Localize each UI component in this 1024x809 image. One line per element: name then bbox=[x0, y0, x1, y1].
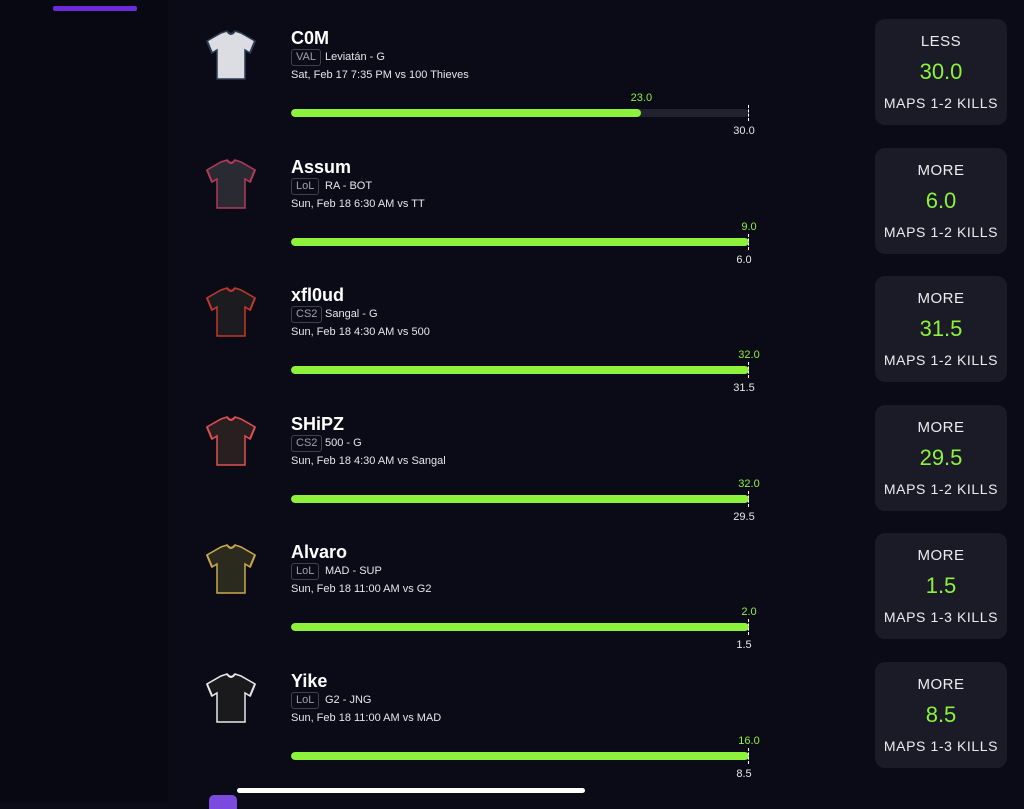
bet-stat: MAPS 1-2 KILLS bbox=[883, 95, 999, 111]
bet-card[interactable]: LESS 30.0 MAPS 1-2 KILLS bbox=[875, 19, 1007, 125]
match-info: Sun, Feb 18 6:30 AM vs TT bbox=[291, 197, 425, 210]
bet-value: 31.5 bbox=[919, 316, 963, 342]
game-badge: LoL bbox=[291, 177, 320, 195]
player-jersey bbox=[203, 541, 259, 597]
bet-value: 8.5 bbox=[925, 702, 957, 727]
match-info: Sun, Feb 18 4:30 AM vs 500 bbox=[291, 326, 430, 339]
team-position: G2 - JNG bbox=[325, 694, 372, 706]
line-label: 30.0 bbox=[733, 125, 755, 137]
jersey-icon bbox=[206, 158, 256, 209]
team-position: RA - BOT bbox=[325, 179, 373, 192]
game-badge: LoL bbox=[291, 692, 320, 709]
player-jersey bbox=[203, 156, 259, 212]
team-position: Leviatán - G bbox=[325, 51, 385, 63]
line-marker bbox=[748, 490, 749, 507]
pick-row[interactable]: C0M VAL Leviatán - G Sat, Feb 17 7:35 PM vs… bbox=[0, 19, 1024, 155]
team-position: 500 - G bbox=[325, 436, 362, 449]
projection-label: 9.0 bbox=[741, 220, 757, 233]
projection-label: 32.0 bbox=[738, 477, 760, 490]
bet-card[interactable]: MORE 8.5 MAPS 1-3 KILLS bbox=[875, 662, 1007, 768]
pick-row[interactable]: xfl0ud CS2 Sangal - G Sun, Feb 18 4:30 AM v… bbox=[0, 276, 1024, 412]
team-position: MAD - SUP bbox=[325, 565, 382, 578]
player-name: SHiPZ bbox=[291, 413, 345, 434]
player-name: Alvaro bbox=[291, 542, 348, 563]
game-badge: CS2 bbox=[291, 434, 323, 452]
player-name: Assum bbox=[291, 156, 352, 177]
progress-track bbox=[291, 752, 749, 760]
match-info: Sun, Feb 18 11:00 AM vs MAD bbox=[291, 712, 442, 724]
bet-direction: MORE bbox=[917, 290, 965, 308]
bet-stat: MAPS 1-2 KILLS bbox=[883, 480, 999, 497]
progress-track bbox=[291, 623, 749, 632]
match-info: Sun, Feb 18 11:00 AM vs G2 bbox=[291, 583, 432, 596]
pick-row[interactable]: Yike LoL G2 - JNG Sun, Feb 18 11:00 AM vs M… bbox=[0, 662, 1024, 798]
progress-fill bbox=[291, 237, 749, 246]
pick-row[interactable]: SHiPZ CS2 500 - G Sun, Feb 18 4:30 AM vs Sa… bbox=[0, 404, 1024, 541]
line-label: 29.5 bbox=[733, 510, 755, 523]
pick-row[interactable]: Alvaro LoL MAD - SUP Sun, Feb 18 11:00 AM v… bbox=[0, 533, 1024, 669]
line-label: 6.0 bbox=[736, 253, 752, 266]
jersey-icon bbox=[206, 287, 256, 337]
game-badge: CS2 bbox=[291, 306, 323, 324]
bet-direction: MORE bbox=[917, 418, 965, 436]
bet-card[interactable]: MORE 1.5 MAPS 1-3 KILLS bbox=[875, 533, 1007, 640]
bet-stat: MAPS 1-3 KILLS bbox=[883, 609, 999, 626]
progress-track bbox=[291, 237, 749, 246]
bet-direction: MORE bbox=[917, 161, 965, 179]
player-jersey bbox=[203, 27, 259, 83]
bet-value: 30.0 bbox=[919, 59, 963, 84]
bet-value: 29.5 bbox=[919, 444, 963, 470]
progress-fill bbox=[291, 366, 749, 375]
match-info: Sun, Feb 18 4:30 AM vs Sangal bbox=[291, 454, 446, 467]
bet-direction: MORE bbox=[917, 676, 965, 693]
jersey-icon bbox=[206, 30, 256, 80]
line-marker bbox=[748, 362, 749, 379]
bet-direction: MORE bbox=[917, 547, 965, 565]
bet-direction: LESS bbox=[920, 33, 962, 50]
game-badge: LoL bbox=[291, 563, 320, 581]
progress-fill bbox=[291, 752, 749, 760]
line-label: 8.5 bbox=[736, 768, 752, 780]
match-info: Sat, Feb 17 7:35 PM vs 100 Thieves bbox=[291, 69, 469, 81]
player-name: Yike bbox=[291, 671, 328, 691]
player-jersey bbox=[203, 670, 259, 726]
jersey-icon bbox=[206, 673, 256, 723]
line-marker bbox=[748, 105, 749, 121]
game-badge: VAL bbox=[291, 49, 321, 66]
pick-row[interactable]: Assum LoL RA - BOT Sun, Feb 18 6:30 AM vs T… bbox=[0, 147, 1024, 284]
progress-track bbox=[291, 494, 749, 503]
projection-label: 2.0 bbox=[741, 606, 757, 619]
projection-label: 23.0 bbox=[630, 92, 653, 104]
player-name: xfl0ud bbox=[291, 285, 345, 306]
line-label: 31.5 bbox=[733, 382, 755, 395]
bet-stat: MAPS 1-3 KILLS bbox=[883, 738, 999, 754]
jersey-icon bbox=[206, 415, 256, 466]
line-label: 1.5 bbox=[736, 639, 752, 652]
bet-card[interactable]: MORE 6.0 MAPS 1-2 KILLS bbox=[875, 147, 1007, 254]
app-icon[interactable] bbox=[209, 795, 237, 809]
bet-value: 6.0 bbox=[925, 187, 957, 213]
player-jersey bbox=[203, 413, 259, 469]
line-marker bbox=[748, 233, 749, 250]
team-position: Sangal - G bbox=[325, 308, 378, 321]
line-marker bbox=[748, 748, 749, 764]
progress-track bbox=[291, 109, 749, 117]
projection-label: 32.0 bbox=[738, 349, 760, 362]
bet-stat: MAPS 1-2 KILLS bbox=[883, 352, 999, 369]
bet-stat: MAPS 1-2 KILLS bbox=[883, 223, 999, 240]
home-indicator[interactable] bbox=[237, 788, 585, 793]
active-tab-indicator bbox=[53, 6, 137, 11]
bet-value: 1.5 bbox=[925, 573, 957, 599]
player-jersey bbox=[203, 284, 259, 340]
progress-track bbox=[291, 366, 749, 375]
projection-label: 16.0 bbox=[738, 735, 760, 747]
bet-card[interactable]: MORE 31.5 MAPS 1-2 KILLS bbox=[875, 276, 1007, 383]
line-marker bbox=[748, 619, 749, 636]
progress-fill bbox=[291, 623, 749, 632]
progress-fill bbox=[291, 109, 642, 117]
bet-card[interactable]: MORE 29.5 MAPS 1-2 KILLS bbox=[875, 404, 1007, 511]
player-name: C0M bbox=[291, 28, 330, 48]
progress-fill bbox=[291, 494, 749, 503]
jersey-icon bbox=[206, 544, 256, 595]
